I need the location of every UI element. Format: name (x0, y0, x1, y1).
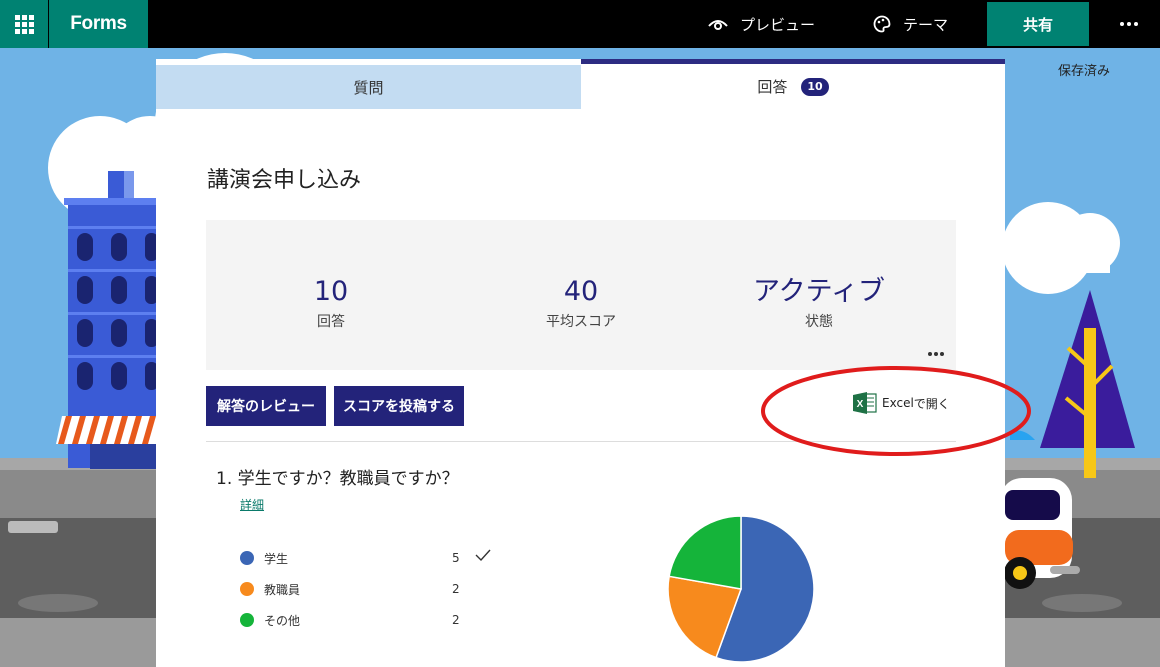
preview-label: プレビュー (740, 15, 816, 34)
pie-slice-2[interactable] (668, 515, 742, 590)
stat-status: アクティブ 状態 (719, 275, 919, 331)
option-count: 2 (452, 582, 460, 596)
summary-more-icon[interactable] (928, 352, 944, 356)
answer-option-row: その他 2 (240, 610, 476, 630)
responses-pie-chart (667, 515, 815, 663)
eye-icon (708, 17, 728, 31)
tab-responses-label: 回答 (757, 78, 788, 96)
review-answers-button[interactable]: 解答のレビュー (206, 386, 326, 426)
answer-option-row: 学生 5 (240, 548, 476, 568)
option-label: 学生 (264, 551, 289, 566)
theme-label: テーマ (903, 15, 949, 34)
post-scores-button[interactable]: スコアを投稿する (334, 386, 464, 426)
palette-icon (873, 15, 891, 33)
preview-button[interactable]: プレビュー (708, 0, 815, 48)
legend-dot (240, 551, 254, 565)
question-title: 1. 学生ですか？教職員ですか？ (216, 464, 459, 489)
summary-panel: 10 回答 40 平均スコア アクティブ 状態 (206, 220, 956, 370)
stat-average-score-value: 40 (563, 276, 599, 307)
stat-responses: 10 回答 (231, 275, 431, 331)
stat-average-score-label: 平均スコア (546, 314, 616, 330)
option-label: その他 (264, 613, 301, 628)
question-text: 学生ですか？教職員ですか？ (237, 469, 459, 489)
share-button[interactable]: 共有 (987, 2, 1089, 46)
legend-dot (240, 582, 254, 596)
option-count: 2 (452, 613, 460, 627)
option-count: 5 (452, 551, 460, 565)
app-name[interactable]: Forms (49, 0, 148, 48)
response-count-badge: 10 (801, 77, 829, 96)
question-number: 1. (216, 469, 233, 489)
answer-option-row: 教職員 2 (240, 579, 476, 599)
tab-questions[interactable]: 質問 (156, 65, 581, 109)
legend-dot (240, 613, 254, 627)
saved-status: 保存済み (1058, 64, 1111, 79)
top-bar: Forms プレビュー テーマ 共有 (0, 0, 1160, 48)
stat-status-label: 状態 (805, 314, 833, 330)
stat-status-value: アクティブ (752, 276, 886, 307)
tab-responses[interactable]: 回答 10 (581, 59, 1005, 109)
app-launcher-button[interactable] (0, 0, 48, 48)
theme-button[interactable]: テーマ (873, 0, 948, 48)
option-label: 教職員 (264, 582, 301, 597)
stat-average-score: 40 平均スコア (481, 275, 681, 331)
stat-responses-label: 回答 (317, 314, 345, 330)
more-options-icon[interactable] (1118, 0, 1140, 48)
stat-responses-value: 10 (313, 276, 349, 307)
waffle-icon (14, 14, 34, 34)
highlight-ellipse (761, 366, 1031, 456)
details-link[interactable]: 詳細 (240, 496, 264, 513)
correct-answer-check-icon (474, 547, 492, 566)
form-title: 講演会申し込み (207, 168, 362, 193)
